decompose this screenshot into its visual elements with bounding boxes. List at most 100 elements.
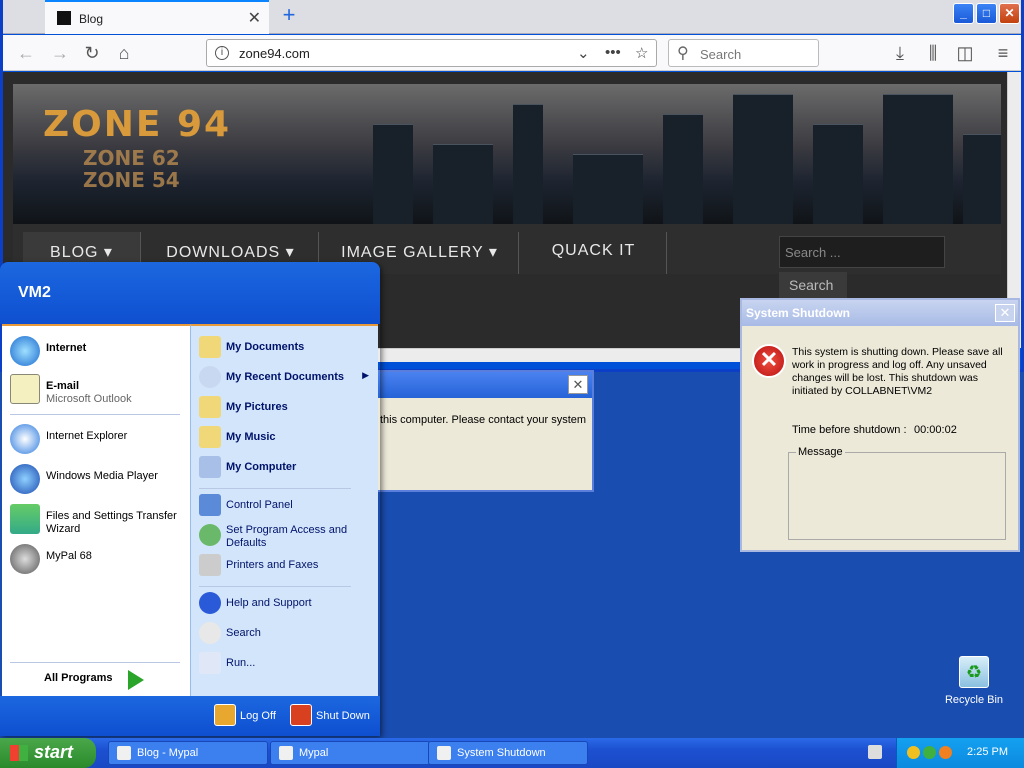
site-search-button[interactable]: Search <box>779 272 847 300</box>
home-icon[interactable]: ⌂ <box>111 40 137 66</box>
close-icon[interactable]: ✕ <box>995 304 1015 322</box>
message-box <box>788 452 1006 540</box>
key-icon <box>214 704 236 726</box>
item-my-documents[interactable]: My Documents <box>199 334 375 360</box>
item-sub: Wizard <box>46 523 81 535</box>
search-placeholder: Search <box>700 47 742 62</box>
mypal-icon <box>279 746 293 760</box>
security-shield-icon[interactable] <box>907 746 920 759</box>
sidebar-icon[interactable]: ◫ <box>952 40 978 66</box>
chevron-down-icon[interactable]: ⌄ <box>577 44 590 62</box>
recycle-bin-icon: ♻ <box>959 656 989 688</box>
item-search[interactable]: Search <box>199 620 375 646</box>
recycle-bin[interactable]: ♻ Recycle Bin <box>940 656 1008 706</box>
computer-icon <box>199 456 221 478</box>
shut-down-button[interactable]: Shut Down <box>290 704 370 728</box>
submenu-arrow-icon: ▶ <box>362 370 369 380</box>
program-access-icon <box>199 524 221 546</box>
item-email[interactable]: E-mail Microsoft Outlook <box>10 372 186 408</box>
item-files-transfer[interactable]: Files and Settings Transfer Wizard <box>10 502 186 538</box>
info-icon[interactable]: i <box>215 46 229 60</box>
item-my-recent-documents[interactable]: My Recent Documents ▶ <box>199 364 375 390</box>
system-shutdown-dialog: System Shutdown ✕ ✕ This system is shutt… <box>740 298 1020 552</box>
menu-icon[interactable]: ≡ <box>990 40 1016 66</box>
start-menu-user: VM2 <box>0 262 380 324</box>
site-search-input[interactable]: Search ... <box>779 236 945 268</box>
item-mypal[interactable]: MyPal 68 <box>10 542 186 578</box>
nav-bar: ← → ↻ ⌂ i zone94.com ⌄ ••• ☆ ⚲ Search ⤓ … <box>3 35 1021 71</box>
item-internet[interactable]: Internet <box>10 334 186 370</box>
url-bar[interactable]: i zone94.com ⌄ ••• ☆ <box>206 39 657 67</box>
site-logo[interactable]: ZONE 94 <box>43 104 231 145</box>
folder-icon <box>199 336 221 358</box>
system-tray: 2:25 PM <box>896 738 1024 768</box>
globe-icon <box>10 336 40 366</box>
search-icon <box>199 622 221 644</box>
network-icon[interactable] <box>923 746 936 759</box>
ie-icon <box>10 424 40 454</box>
start-menu-left: Internet E-mail Microsoft Outlook Interne… <box>2 324 190 696</box>
close-tab-icon[interactable]: ✕ <box>248 8 261 28</box>
logo-sub-1: ZONE 62 <box>83 146 180 170</box>
dialog-title[interactable]: System Shutdown <box>742 300 1018 326</box>
media-player-icon <box>10 464 40 494</box>
message-group-label: Message <box>796 446 845 458</box>
search-tray-icon[interactable] <box>939 746 952 759</box>
shutdown-message: This system is shutting down. Please sav… <box>792 346 1003 397</box>
page-actions-icon[interactable]: ••• <box>605 44 621 61</box>
recycle-bin-label: Recycle Bin <box>944 694 1004 706</box>
item-run[interactable]: Run... <box>199 650 375 676</box>
outlook-icon <box>10 374 40 404</box>
taskbar-item-mypal[interactable]: Mypal <box>270 741 430 765</box>
item-help[interactable]: Help and Support <box>199 590 375 616</box>
taskbar-item-shutdown[interactable]: System Shutdown <box>428 741 588 765</box>
item-label: Windows Media Player <box>46 470 158 482</box>
item-label: E-mail <box>46 380 80 392</box>
bookmark-star-icon[interactable]: ☆ <box>635 44 648 62</box>
clock[interactable]: 2:25 PM <box>967 746 1008 758</box>
search-input[interactable]: ⚲ Search <box>668 39 819 67</box>
all-programs-button[interactable]: All Programs <box>44 672 112 684</box>
item-my-computer[interactable]: My Computer <box>199 454 375 480</box>
menu-quack-it[interactable]: QUACK IT <box>521 232 667 274</box>
item-internet-explorer[interactable]: Internet Explorer <box>10 422 186 458</box>
windows-flag-icon <box>10 745 28 761</box>
tab-title: Blog <box>79 12 104 26</box>
start-menu: VM2 Internet E-mail Microsoft Outlook Int… <box>0 262 380 736</box>
item-set-program-access[interactable]: Set Program Access and Defaults <box>199 522 375 554</box>
run-icon <box>199 652 221 674</box>
log-off-button[interactable]: Log Off <box>214 704 276 728</box>
forward-icon[interactable]: → <box>47 40 73 66</box>
keyboard-icon[interactable] <box>868 745 882 759</box>
taskbar-item-blog[interactable]: Blog - Mypal <box>108 741 268 765</box>
arrow-right-icon <box>128 670 144 690</box>
new-tab-button[interactable]: + <box>277 3 301 27</box>
close-icon[interactable]: ✕ <box>568 375 588 394</box>
dialog-titlebar[interactable] <box>374 372 592 398</box>
printer-icon <box>199 554 221 576</box>
close-window-button[interactable]: ✕ <box>999 3 1020 24</box>
reload-icon[interactable]: ↻ <box>79 40 105 66</box>
download-icon[interactable]: ⤓ <box>887 40 913 66</box>
item-my-pictures[interactable]: My Pictures <box>199 394 375 420</box>
dialog-text: this computer. Please contact your syste… <box>380 414 587 426</box>
start-menu-right: My Documents My Recent Documents ▶ My Pic… <box>190 324 378 696</box>
item-my-music[interactable]: My Music <box>199 424 375 450</box>
minimize-button[interactable]: _ <box>953 3 974 24</box>
transfer-wizard-icon <box>10 504 40 534</box>
start-menu-footer: Log Off Shut Down <box>0 696 380 736</box>
item-label: Internet Explorer <box>46 430 128 442</box>
item-control-panel[interactable]: Control Panel <box>199 492 375 518</box>
mypal-icon <box>10 544 40 574</box>
item-printers[interactable]: Printers and Faxes <box>199 552 375 578</box>
logo-sub-2: ZONE 54 <box>83 168 180 192</box>
control-panel-icon <box>199 494 221 516</box>
back-icon[interactable]: ← <box>13 40 39 66</box>
start-button[interactable]: start <box>0 738 96 768</box>
item-label: Files and Settings Transfer <box>46 510 177 522</box>
library-icon[interactable]: ⫼ <box>920 40 946 66</box>
maximize-button[interactable]: □ <box>976 3 997 24</box>
item-media-player[interactable]: Windows Media Player <box>10 462 186 498</box>
window-icon <box>437 746 451 760</box>
tab-blog[interactable]: Blog ✕ <box>45 0 269 34</box>
